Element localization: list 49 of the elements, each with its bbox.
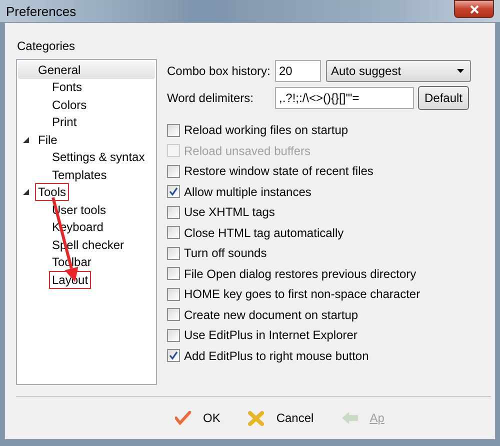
checkbox[interactable] xyxy=(167,206,180,219)
checkbox[interactable] xyxy=(167,267,180,280)
category-item[interactable]: Tools xyxy=(35,183,70,202)
window-title: Preferences xyxy=(6,4,76,18)
checkbox-label: Create new document on startup xyxy=(184,308,358,322)
expand-triangle-icon[interactable] xyxy=(23,136,29,143)
checkbox-label: Close HTML tag automatically xyxy=(184,226,344,240)
checkbox[interactable] xyxy=(167,124,180,137)
checkbox-label: File Open dialog restores previous directory xyxy=(184,266,416,281)
expand-triangle-icon[interactable] xyxy=(23,189,29,196)
checkbox-label: Use EditPlus in Internet Explorer xyxy=(184,328,358,342)
checkbox-label: Turn off sounds xyxy=(184,246,267,260)
checkbox-label: Reload working files on startup xyxy=(184,123,348,138)
checkbox-label: HOME key goes to first non-space character xyxy=(184,287,420,302)
checkbox[interactable] xyxy=(167,246,180,260)
category-item[interactable]: Templates xyxy=(49,166,110,184)
arrow-left-icon xyxy=(342,412,358,424)
field-label: Combo box history: xyxy=(167,64,272,78)
checkbox-label: Restore window state of recent files xyxy=(184,164,374,178)
checkbox[interactable] xyxy=(167,288,180,301)
check-icon xyxy=(175,411,191,425)
close-icon xyxy=(470,4,478,14)
suggest-dropdown[interactable]: Auto suggest xyxy=(326,60,471,82)
checkbox-label: Allow multiple instances xyxy=(184,184,312,199)
default-button[interactable]: Default xyxy=(418,86,469,110)
checkbox-label: Add EditPlus to right mouse button xyxy=(184,348,369,363)
category-item[interactable]: General xyxy=(35,60,84,79)
checkbox-label: Use XHTML tags xyxy=(184,205,275,220)
checkbox[interactable] xyxy=(167,308,180,322)
field-label: Word delimiters: xyxy=(167,91,254,105)
categories-label: Categories xyxy=(17,39,76,53)
cross-icon xyxy=(248,410,264,426)
delimiters-field[interactable]: ,.?!;:/\<>(){}[]"'= xyxy=(275,87,414,109)
history-count-field[interactable]: 20 xyxy=(275,60,321,82)
close-button[interactable] xyxy=(454,0,494,18)
category-item[interactable]: Settings & syntax xyxy=(49,148,148,166)
checkbox[interactable] xyxy=(167,226,180,240)
category-item[interactable]: Colors xyxy=(49,96,90,114)
category-item[interactable]: Print xyxy=(49,113,80,132)
checkbox[interactable] xyxy=(167,328,180,342)
ok-button[interactable]: OK xyxy=(171,409,224,427)
checkbox[interactable] xyxy=(167,164,180,178)
checkbox[interactable] xyxy=(167,185,180,198)
checkbox-label: Reload unsaved buffers xyxy=(184,144,311,158)
dropdown-caret-icon xyxy=(457,69,464,73)
category-item[interactable]: File xyxy=(35,130,60,149)
category-item[interactable]: Fonts xyxy=(49,78,86,96)
cancel-button[interactable]: Cancel xyxy=(244,408,318,428)
checkbox[interactable] xyxy=(167,349,180,362)
